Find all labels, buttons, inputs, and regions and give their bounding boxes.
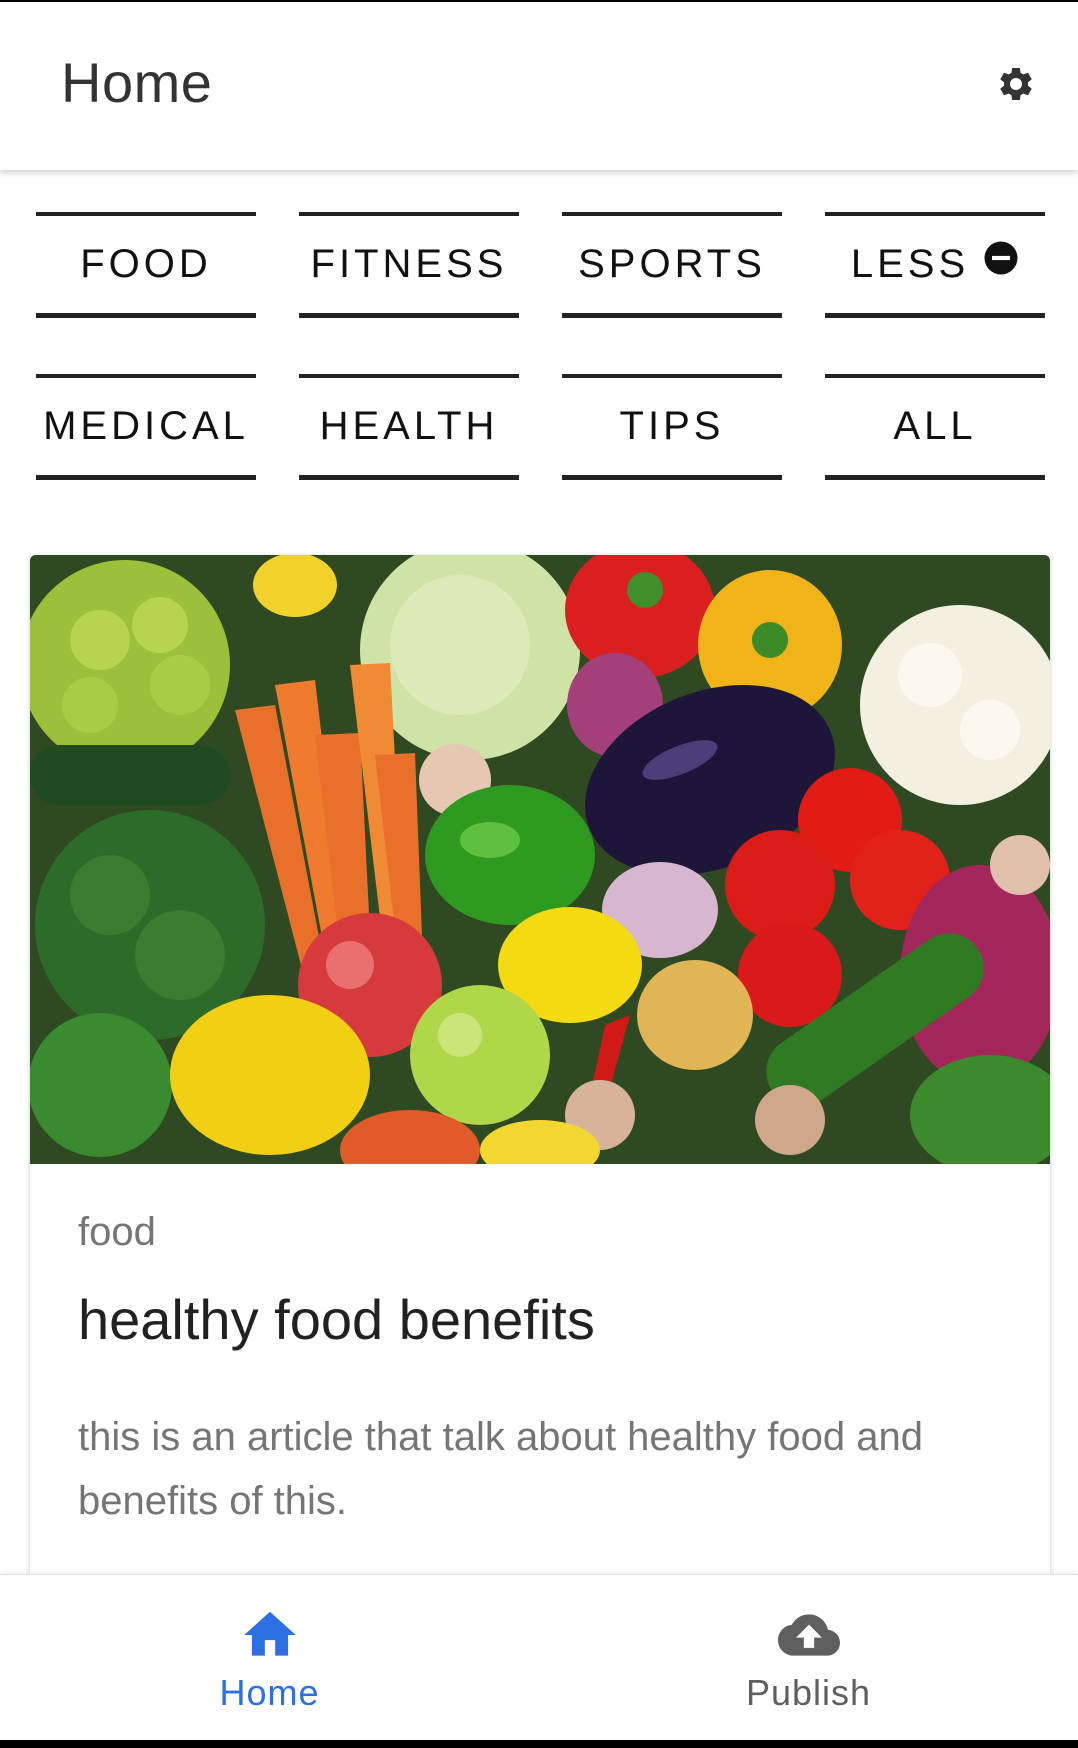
nav-publish[interactable]: Publish: [539, 1575, 1078, 1740]
article-image: [30, 555, 1050, 1164]
home-icon: [243, 1611, 296, 1656]
article-card[interactable]: food healthy food benefits this is an ar…: [30, 555, 1050, 1655]
less-label: LESS: [850, 242, 970, 286]
category-grid: FOOD FITNESS SPORTS LESS MEDICAL HEALTH …: [36, 212, 1045, 480]
minus-circle-icon: [983, 240, 1019, 276]
category-sports-button[interactable]: SPORTS: [562, 212, 782, 318]
cloud-upload-icon: [777, 1613, 840, 1656]
screen: Home FOOD FITNESS SPORTS LESS MEDICAL HE…: [0, 0, 1078, 1748]
nav-publish-label: Publish: [745, 1671, 872, 1713]
bottom-navigation: Home Publish: [0, 1574, 1078, 1740]
page-title: Home: [61, 51, 213, 114]
app-bar: Home: [0, 2, 1078, 170]
category-food-button[interactable]: FOOD: [36, 212, 256, 318]
category-fitness-button[interactable]: FITNESS: [299, 212, 519, 318]
nav-home-label: Home: [219, 1671, 320, 1713]
category-medical-button[interactable]: MEDICAL: [36, 374, 256, 480]
article-description: this is an article that talk about healt…: [78, 1415, 923, 1523]
less-button[interactable]: LESS: [825, 212, 1045, 318]
category-health-button[interactable]: HEALTH: [299, 374, 519, 480]
article-category: food: [78, 1210, 156, 1254]
category-tips-button[interactable]: TIPS: [562, 374, 782, 480]
article-title: healthy food benefits: [78, 1288, 595, 1351]
gear-icon: [1000, 67, 1032, 100]
category-all-button[interactable]: ALL: [825, 374, 1045, 480]
settings-button[interactable]: [992, 60, 1040, 108]
nav-home[interactable]: Home: [0, 1575, 539, 1740]
